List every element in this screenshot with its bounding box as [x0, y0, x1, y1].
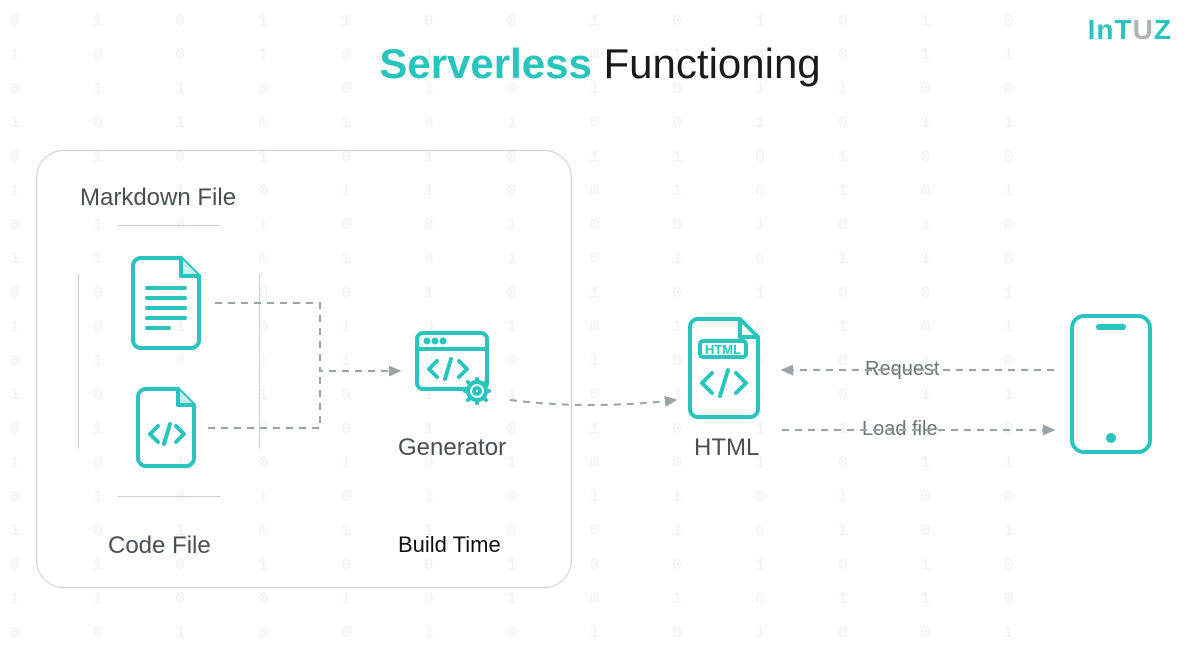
html-file-icon: HTML	[686, 315, 766, 421]
diagram-stage: 0 1 0 1 1 0 0 1 0 1 0 1 0 1 0 0 1 0 1 1 …	[0, 0, 1200, 653]
html-label: HTML	[694, 434, 759, 462]
diagram-title: Serverless Functioning	[0, 40, 1200, 88]
title-accent: Serverless	[379, 40, 592, 87]
build-time-label: Build Time	[398, 532, 501, 558]
load-file-label: Load file	[862, 418, 938, 441]
svg-text:HTML: HTML	[705, 342, 741, 357]
generator-label: Generator	[398, 434, 506, 462]
code-file-label: Code File	[108, 532, 211, 560]
code-file-icon	[136, 386, 200, 470]
phone-icon	[1066, 310, 1156, 458]
generator-icon	[413, 327, 499, 413]
request-label: Request	[865, 358, 940, 381]
markdown-document-icon	[129, 254, 207, 352]
markdown-file-label: Markdown File	[80, 184, 236, 212]
title-rest: Functioning	[592, 40, 821, 87]
